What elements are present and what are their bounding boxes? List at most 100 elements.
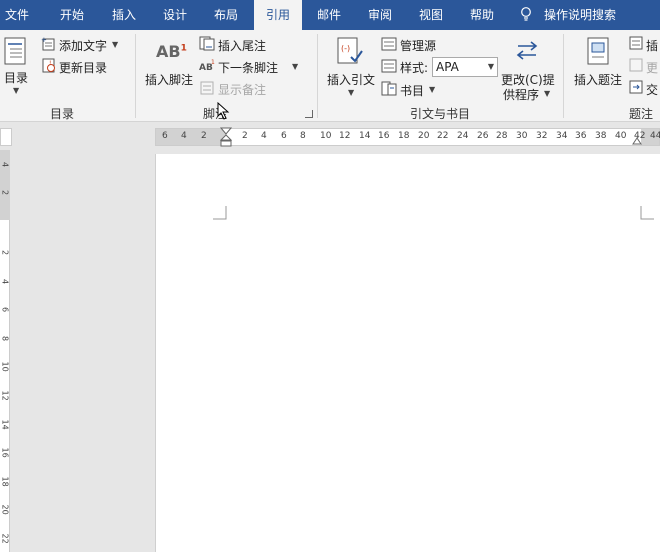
update-figures-label: 更 [646, 61, 659, 75]
ruler-number: 22 [437, 131, 449, 141]
crop-mark-top-right [640, 206, 654, 220]
chevron-down-icon: ▼ [13, 86, 20, 95]
ruler-number: 14 [0, 419, 10, 430]
tab-view[interactable]: 视图 [411, 0, 451, 30]
next-footnote-icon: AB 1 [199, 59, 215, 73]
lightbulb-icon [521, 7, 531, 21]
tab-insert[interactable]: 插入 [104, 0, 144, 30]
insert-caption-icon [587, 37, 609, 65]
tab-home[interactable]: 开始 [52, 0, 92, 30]
ruler-number: 2 [0, 249, 10, 256]
ruler-number: 8 [0, 335, 10, 342]
vertical-ruler[interactable]: 4 2 2 4 6 8 10 12 14 16 18 20 22 [0, 150, 10, 552]
ruler-corner [0, 128, 12, 146]
ruler-number: 2 [201, 131, 207, 141]
ruler-number: 40 [615, 131, 627, 141]
chevron-down-icon: ▼ [429, 85, 436, 94]
group-separator [135, 34, 136, 118]
cross-reference-label: 交 [646, 83, 659, 97]
chevron-down-icon: ▼ [487, 62, 494, 71]
svg-text:1: 1 [211, 59, 215, 66]
right-indent-marker-icon[interactable] [632, 135, 642, 145]
tab-mailings[interactable]: 邮件 [309, 0, 349, 30]
ruler-number: 2 [0, 189, 10, 196]
add-text-icon: + [41, 36, 55, 51]
ruler-number: 6 [162, 131, 168, 141]
ruler-number: 20 [0, 504, 10, 515]
style-icon [381, 59, 397, 73]
svg-text:+: + [41, 36, 47, 44]
table-of-figures-icon [629, 36, 643, 50]
citation-style-select[interactable]: APA ▼ [432, 57, 498, 77]
indent-marker-icon[interactable] [220, 127, 232, 147]
ruler-number: 10 [0, 361, 10, 372]
crop-mark-top-left [213, 206, 227, 220]
footnote-ab-icon: AB1 [156, 42, 187, 61]
tab-file[interactable]: 文件 [0, 0, 34, 30]
ruler-number: 32 [536, 131, 548, 141]
group-separator [563, 34, 564, 118]
tab-references[interactable]: 引用 [254, 0, 302, 30]
ruler-number: 4 [181, 131, 187, 141]
tell-me-search[interactable]: 操作说明搜索 [520, 0, 616, 30]
ruler-number: 34 [556, 131, 568, 141]
document-page[interactable] [155, 154, 660, 552]
bibliography-label: 书目 [400, 84, 425, 98]
insert-footnote-label: 插入脚注 [145, 73, 194, 87]
group-label-toc: 目录 [49, 107, 74, 121]
update-table-icon: ! [42, 58, 55, 73]
chevron-down-icon: ▼ [544, 89, 551, 98]
ribbon-tab-bar: 文件 开始 插入 设计 布局 引用 邮件 审阅 视图 帮助 操作说明搜索 [0, 0, 660, 30]
group-label-citations: 引文与书目 [409, 107, 470, 121]
show-notes-label: 显示备注 [218, 83, 267, 97]
citation-style-value: APA [436, 60, 459, 74]
ruler-number: 44 [650, 131, 660, 141]
add-text-label: 添加文字 [59, 39, 108, 53]
update-figures-icon [629, 58, 643, 72]
mouse-cursor-icon [217, 102, 230, 120]
tab-layout[interactable]: 布局 [206, 0, 246, 30]
footnote-sup-glyph: 1 [180, 43, 187, 54]
tab-help[interactable]: 帮助 [462, 0, 502, 30]
ruler-number: 2 [242, 131, 248, 141]
tab-design[interactable]: 设计 [155, 0, 195, 30]
tab-review[interactable]: 审阅 [360, 0, 400, 30]
next-footnote-label: 下一条脚注 [218, 61, 279, 75]
ruler-number: 8 [300, 131, 306, 141]
ruler-number: 12 [0, 390, 10, 401]
toc-button-label: 目录 [4, 71, 29, 85]
insert-table-of-figures-label: 插 [646, 39, 659, 53]
style-label: 样式: [400, 61, 429, 75]
ruler-number: 6 [0, 306, 10, 313]
group-label-captions: 题注 [628, 107, 653, 121]
ruler-number: 30 [516, 131, 528, 141]
svg-text:(-): (-) [341, 44, 350, 53]
chevron-down-icon: ▼ [348, 88, 355, 97]
insert-caption-label: 插入题注 [574, 73, 623, 87]
ruler-number: 18 [0, 476, 10, 487]
ruler-number: 12 [339, 131, 351, 141]
swap-arrows-icon [516, 41, 538, 60]
manage-sources-icon [381, 37, 397, 51]
ribbon-panel: 目录 ▼ + 添加文字 ▼ ! 更新目录 目录 AB1 插入脚注 插入尾注 AB… [0, 30, 660, 122]
cross-reference-icon [629, 80, 643, 94]
ruler-number: 16 [378, 131, 390, 141]
table-of-contents-icon [4, 37, 26, 65]
ruler-number: 18 [398, 131, 410, 141]
chevron-down-icon: ▼ [112, 40, 119, 49]
ruler-number: 28 [496, 131, 508, 141]
ruler-number: 6 [281, 131, 287, 141]
ruler-number: 14 [359, 131, 371, 141]
horizontal-ruler[interactable]: 6 4 2 2 4 6 8 10 12 14 16 18 20 22 24 26 28 30 32 34 36 38 40 4… [155, 127, 660, 147]
tell-me-label: 操作说明搜索 [544, 8, 617, 22]
ruler-number: 4 [0, 161, 10, 168]
chevron-down-icon: ▼ [292, 62, 299, 71]
update-tools-label-line2: 供程序 [503, 88, 540, 102]
ruler-number: 36 [575, 131, 587, 141]
insert-citation-icon: (-) [337, 37, 363, 64]
dialog-launcher-icon[interactable] [305, 110, 313, 118]
ruler-number: 38 [595, 131, 607, 141]
ruler-number: 22 [0, 533, 10, 544]
ruler-number: 26 [477, 131, 489, 141]
ruler-number: 4 [261, 131, 267, 141]
